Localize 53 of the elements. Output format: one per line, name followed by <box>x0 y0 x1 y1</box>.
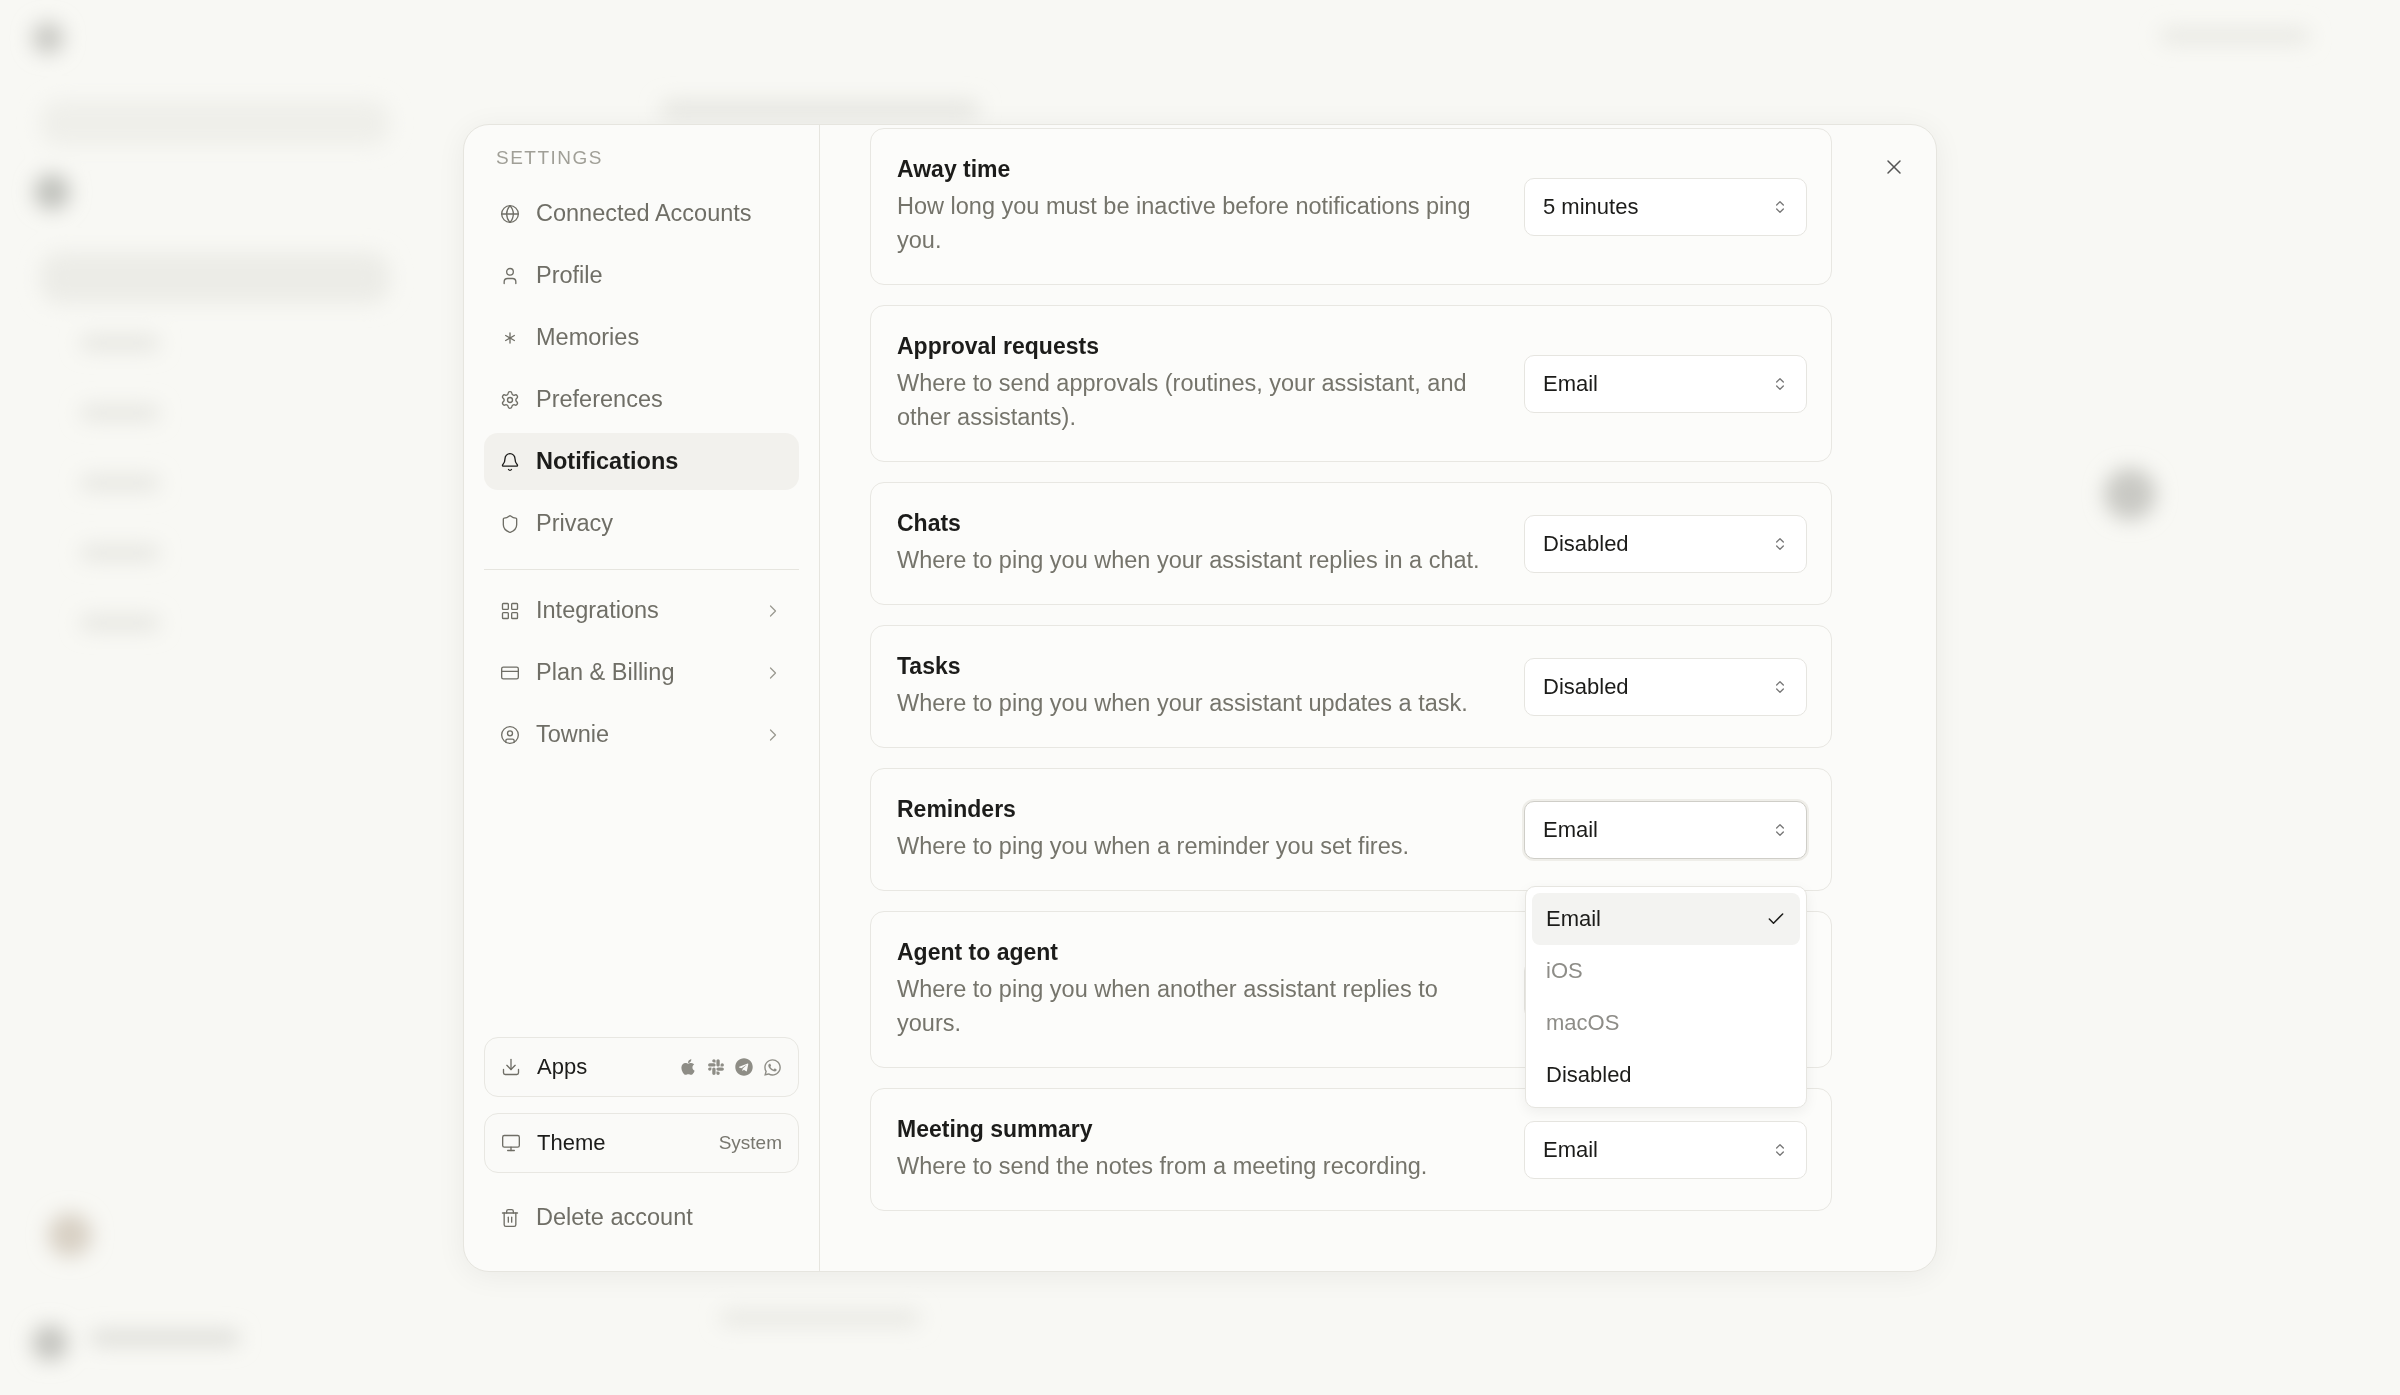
sidebar-item[interactable]: Profile <box>484 247 799 304</box>
select-field[interactable]: Email <box>1524 800 1807 859</box>
paper-plane-icon <box>735 1058 753 1076</box>
setting-title: Chats <box>897 510 962 537</box>
sidebar-item[interactable]: Connected Accounts <box>484 185 799 242</box>
sidebar-item[interactable]: Notifications <box>484 433 799 490</box>
apps-button[interactable]: Apps <box>484 1037 799 1097</box>
dropdown-option[interactable]: Email <box>1532 893 1800 945</box>
setting-title: Approval requests <box>897 333 1100 360</box>
select-field[interactable]: Disabled <box>1524 514 1807 573</box>
select-field[interactable]: Email <box>1524 1120 1807 1179</box>
hash-icon <box>707 1058 725 1076</box>
apple-icon <box>679 1058 697 1076</box>
grid-icon <box>500 600 520 621</box>
setting-title: Agent to agent <box>897 939 1059 966</box>
setting-title: Tasks <box>897 653 962 680</box>
select-field[interactable]: Email <box>1524 354 1807 413</box>
sidebar-item[interactable]: Townie <box>484 706 799 763</box>
setting-description: How long you must be inactive before notifications ping you. <box>897 192 1472 255</box>
sidebar-item[interactable]: Plan & Billing <box>484 644 799 701</box>
sidebar-item[interactable]: Integrations <box>484 582 799 639</box>
monitor-icon <box>501 1133 521 1153</box>
globe-icon <box>500 203 520 224</box>
theme-value: System <box>718 1132 782 1154</box>
setting-description: Where to ping you when a reminder you set fires. <box>897 832 1411 861</box>
bell-icon <box>500 451 520 472</box>
setting-title: Away time <box>897 156 1012 183</box>
setting-title: Meeting summary <box>897 1116 1094 1143</box>
setting-description: Where to ping you when your assistant updates a task. <box>897 689 1469 718</box>
dropdown-option[interactable]: Disabled <box>1532 1049 1800 1101</box>
blurred-avatar <box>2104 468 2156 520</box>
trash-icon <box>500 1207 520 1228</box>
sidebar-item[interactable]: Memories <box>484 309 799 366</box>
setting-description: Where to send the notes from a meeting recording. <box>897 1152 1429 1181</box>
select-field[interactable]: Disabled <box>1524 657 1807 716</box>
gear-icon <box>500 389 520 410</box>
theme-button[interactable]: Theme System <box>484 1113 799 1173</box>
setting-title: Reminders <box>897 796 1017 823</box>
setting-description: Where to ping you when your assistant replies in a chat. <box>897 546 1481 575</box>
chat-bubble-icon <box>763 1057 782 1077</box>
sidebar-item[interactable]: Preferences <box>484 371 799 428</box>
blurred-avatar <box>34 174 70 210</box>
blurred-avatar <box>48 1213 92 1257</box>
sidebar-heading: SETTINGS <box>495 147 604 169</box>
shield-icon <box>500 513 520 534</box>
user-circle-icon <box>500 724 520 745</box>
select-field[interactable]: 5 minutes <box>1524 177 1807 236</box>
setting-description: Where to send approvals (routines, your assistant, and other assistants). <box>897 369 1468 432</box>
download-icon <box>501 1057 521 1077</box>
sidebar-item[interactable]: Privacy <box>484 495 799 552</box>
setting-description: Where to ping you when another assistant replies to yours. <box>897 975 1439 1038</box>
delete-account-link[interactable]: Delete account <box>484 1189 799 1246</box>
blurred-avatar <box>32 1325 68 1361</box>
